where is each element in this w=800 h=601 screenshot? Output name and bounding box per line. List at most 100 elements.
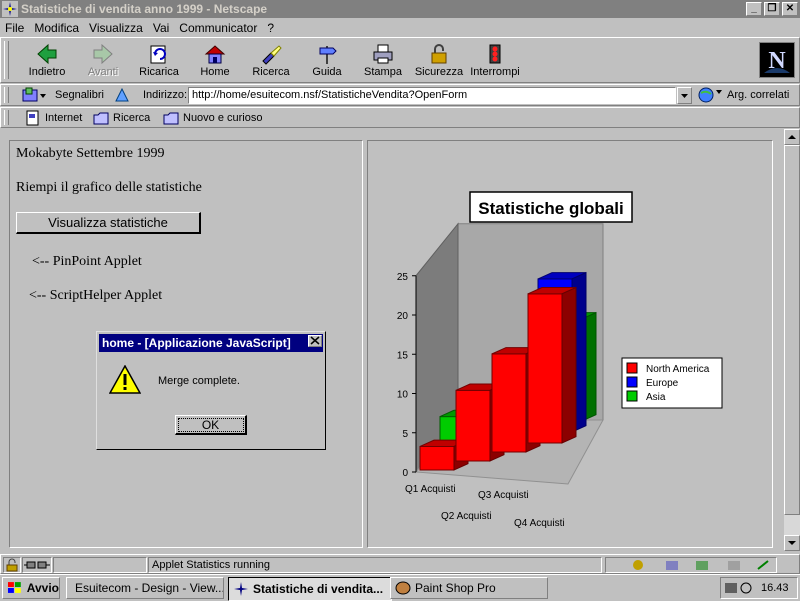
task-statistiche[interactable]: Statistiche di vendita... [228, 577, 392, 601]
perstool-grip[interactable] [4, 110, 9, 125]
y-tick-label: 0 [402, 468, 408, 479]
forward-button[interactable]: Avanti [75, 41, 131, 83]
y-tick-label: 20 [397, 311, 409, 322]
menu-modifica[interactable]: Modifica [29, 21, 84, 35]
y-tick-label: 15 [397, 350, 409, 361]
progress-bar [53, 557, 147, 573]
forward-arrow-icon [93, 43, 113, 65]
dialog-title: home - [Applicazione JavaScript] [102, 336, 291, 350]
minimize-button[interactable]: _ [746, 2, 762, 16]
edit-icon [757, 560, 769, 570]
start-button[interactable]: Avvio [2, 577, 60, 599]
pinpoint-applet-note: <-- PinPoint Applet [32, 254, 142, 269]
legend-label-0: North America [646, 364, 710, 375]
home-button[interactable]: Home [187, 41, 243, 83]
home-icon [204, 45, 226, 64]
guide-signpost-icon [319, 46, 337, 64]
reload-icon [150, 45, 166, 64]
security-button[interactable]: Sicurezza [411, 41, 467, 83]
menu-vai[interactable]: Vai [148, 21, 174, 35]
status-bar: Applet Statistics running [0, 554, 800, 574]
windows-logo-icon [7, 582, 21, 593]
maximize-button[interactable]: ❐ [764, 2, 780, 16]
y-tick-label: 10 [397, 390, 409, 401]
legend-swatch-2 [626, 390, 638, 402]
link-ricerca[interactable]: Ricerca [93, 110, 150, 126]
netscape-app-icon [2, 1, 18, 17]
category-label-1: Q2 Acquisti [441, 511, 492, 522]
dialog-close-button[interactable] [308, 335, 322, 347]
menu-bar: File Modifica Visualizza Vai Communicato… [0, 18, 800, 37]
reload-button[interactable]: Ricarica [131, 41, 187, 83]
dialog-title-bar[interactable]: home - [Applicazione JavaScript] [99, 334, 323, 352]
guide-button[interactable]: Guida [299, 41, 355, 83]
bookmarks-label[interactable]: Segnalibri [55, 89, 104, 101]
navigator-icon [633, 560, 643, 570]
scripthelper-applet-note: <-- ScriptHelper Applet [29, 288, 163, 303]
monitor-icon [725, 583, 737, 593]
task-paint-shop-pro[interactable]: Paint Shop Pro [390, 577, 548, 599]
plug-icon [24, 561, 50, 569]
vertical-scrollbar[interactable] [784, 129, 800, 551]
bookmarks-icon[interactable] [21, 87, 47, 103]
task-esuitecom[interactable]: Esuitecom - Design - View... [66, 577, 224, 599]
scroll-thumb[interactable] [784, 145, 800, 515]
menu-communicator[interactable]: Communicator [174, 21, 262, 35]
padlock-icon [431, 44, 447, 64]
page-heading: Mokabyte Settembre 1999 [16, 146, 165, 161]
security-lock-icon [6, 558, 18, 572]
menu-file[interactable]: File [0, 21, 29, 35]
clock: 16.43 [761, 582, 789, 594]
netscape-n-icon: N [760, 43, 794, 77]
javascript-alert-dialog: home - [Applicazione JavaScript] Merge c… [96, 331, 326, 450]
legend-label-2: Asia [646, 392, 666, 403]
dialog-ok-button[interactable]: OK [175, 415, 247, 435]
discussion-icon [696, 561, 708, 570]
printer-icon [373, 44, 393, 64]
netscape-task-icon [234, 582, 248, 596]
link-internet[interactable]: Internet [25, 110, 82, 126]
close-button[interactable]: ✕ [782, 2, 798, 16]
search-button[interactable]: Ricerca [243, 41, 299, 83]
url-dropdown-button[interactable] [677, 87, 692, 104]
palette-icon [395, 581, 411, 595]
print-button[interactable]: Stampa [355, 41, 411, 83]
bar-0-0 [419, 445, 455, 471]
url-input[interactable]: http://home/esuitecom.nsf/StatisticheVen… [188, 87, 676, 104]
security-status[interactable] [3, 557, 21, 573]
menu-help[interactable]: ? [262, 21, 279, 35]
related-label[interactable]: Arg. correlati [727, 89, 789, 101]
category-label-0: Q1 Acquisti [405, 484, 456, 495]
scroll-up-button[interactable] [784, 129, 800, 145]
location-toolbar: Segnalibri Indirizzo: http://home/esuite… [0, 84, 800, 106]
system-tray: 16.43 [720, 577, 798, 599]
connection-status[interactable] [22, 557, 52, 573]
stop-button[interactable]: Interrompi [467, 41, 523, 83]
folder-icon [93, 112, 109, 125]
menu-visualizza[interactable]: Visualizza [84, 21, 148, 35]
mail-icon [666, 561, 678, 570]
category-label-3: Q4 Acquisti [514, 518, 565, 529]
show-statistics-button[interactable]: Visualizza statistiche [16, 212, 201, 234]
volume-icon [740, 582, 752, 594]
svg-text:N: N [768, 48, 786, 74]
netscape-logo[interactable]: N [759, 42, 795, 78]
component-icons [633, 560, 769, 570]
back-button[interactable]: Indietro [19, 41, 75, 83]
locbar-grip[interactable] [4, 87, 9, 103]
back-arrow-icon [37, 43, 57, 65]
link-nuovo-curioso[interactable]: Nuovo e curioso [163, 110, 263, 126]
chart-frame: Statistiche globali 0 5 10 15 20 25 Q1 Acquisti… [367, 140, 773, 548]
y-tick-label: 5 [402, 429, 408, 440]
bar-0-2 [491, 353, 527, 453]
tray-icons[interactable] [724, 581, 756, 595]
category-label-2: Q3 Acquisti [478, 490, 529, 501]
window-title-bar[interactable]: Statistiche di vendita anno 1999 - Netsc… [0, 0, 800, 18]
toolbar-grip[interactable] [4, 41, 9, 79]
dialog-message: Merge complete. [158, 375, 240, 387]
bar-0-3 [527, 293, 563, 444]
folder-icon [163, 112, 179, 125]
scroll-down-button[interactable] [784, 535, 800, 551]
related-globe-icon[interactable] [697, 86, 723, 104]
page-proxy-icon[interactable] [113, 87, 131, 103]
